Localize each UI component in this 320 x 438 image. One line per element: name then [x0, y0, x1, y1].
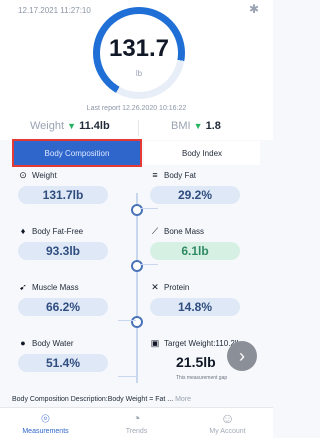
metric-label-muscle-mass: ➹ Muscle Mass [18, 282, 79, 293]
metric-weight-label: Weight [32, 171, 57, 180]
metric-target-weight-value: 21.5lb [176, 354, 216, 370]
tab-body-composition[interactable]: Body Composition [12, 139, 142, 167]
connector-branch [118, 320, 136, 321]
muscle-icon: ➹ [19, 282, 27, 292]
next-button[interactable]: › [227, 341, 257, 371]
metric-muscle-mass[interactable]: ➹ Muscle Mass 66.2% [18, 282, 148, 337]
nav-trends[interactable]: ◔ Trends [91, 408, 182, 438]
summary-stats: Weight ▼ 11.4lb BMI ▼ 1.8 [0, 116, 273, 140]
weight-delta: 11.4lb [79, 120, 110, 132]
down-arrow-icon: ▼ [67, 121, 77, 131]
connector-branch [140, 208, 158, 209]
account-icon: ☺ [220, 410, 235, 426]
metric-weight-value: 131.7lb [18, 186, 108, 204]
metric-label-target-weight: ▣ Target Weight:110.2lb [150, 338, 241, 349]
gauge-unit: lb [135, 69, 143, 78]
metric-body-fat-free[interactable]: ♦ Body Fat-Free 93.3lb [18, 226, 148, 281]
scale-icon: ⊙ [19, 170, 27, 180]
gauge-value: 131.7 [108, 35, 170, 62]
connector-branch [118, 376, 136, 377]
bmi-label: BMI [171, 120, 191, 132]
weight-label: Weight [30, 120, 65, 132]
connector-branch [140, 264, 158, 265]
metric-body-water-value: 51.4% [18, 354, 108, 372]
nav-account-label: My Account [209, 428, 246, 435]
nav-measurements[interactable]: ⌾ Measurements [0, 408, 91, 438]
tab-body-index[interactable]: Body Index [144, 141, 260, 165]
divider [138, 120, 139, 136]
metric-body-fat-value: 29.2% [150, 186, 240, 204]
down-arrow-icon: ▼ [193, 121, 203, 131]
weight-summary: Weight ▼ 11.4lb [30, 120, 110, 132]
fat-icon: ≡ [152, 170, 158, 180]
connector-dot [131, 260, 143, 272]
metric-body-fat-label: Body Fat [164, 170, 197, 180]
bottom-navigation: ⌾ Measurements ◔ Trends ☺ My Account [0, 407, 273, 438]
metric-body-fat-free-value: 93.3lb [18, 242, 108, 260]
measurements-icon: ⌾ [41, 410, 50, 426]
metric-muscle-mass-value: 66.2% [18, 298, 108, 316]
water-drop-icon: ● [20, 338, 26, 348]
metric-label-weight: ⊙ Weight [18, 170, 57, 181]
metric-label-body-water: ● Body Water [18, 338, 74, 348]
metric-body-fat-free-label: Body Fat-Free [32, 226, 84, 236]
tabs: Body Composition Body Index [12, 139, 260, 167]
metric-bone-mass[interactable]: ⟋ Bone Mass 6.1lb [150, 226, 280, 281]
metric-label-body-fat-free: ♦ Body Fat-Free [18, 226, 83, 236]
bmi-delta: 1.8 [205, 120, 221, 132]
nav-account[interactable]: ☺ My Account [182, 408, 273, 438]
chevron-right-icon: › [239, 345, 245, 366]
metric-protein[interactable]: ✕ Protein 14.8% [150, 282, 280, 337]
connector-dot [131, 316, 143, 328]
weight-gauge: 131.7 lb [93, 7, 185, 99]
metric-body-water[interactable]: ● Body Water 51.4% [18, 338, 148, 393]
metric-target-weight[interactable]: ▣ Target Weight:110.2lb 21.5lb This meas… [150, 338, 280, 393]
bluetooth-icon[interactable]: ✱ [249, 2, 259, 16]
description: Body Composition Description:Body Weight… [12, 396, 267, 403]
lean-mass-icon: ♦ [20, 226, 26, 236]
metric-protein-value: 14.8% [150, 298, 240, 316]
measurement-timestamp: 12.17.2021 11:27:10 [18, 6, 91, 15]
description-text: Body Composition Description:Body Weight… [12, 396, 174, 403]
metric-label-bone-mass: ⟋ Bone Mass [150, 226, 204, 237]
last-report: Last report 12.26.2020 10:16:22 [86, 105, 187, 112]
more-link[interactable]: More [175, 396, 191, 403]
metric-muscle-mass-label: Muscle Mass [32, 283, 79, 292]
metric-bone-mass-value: 6.1lb [150, 242, 240, 260]
nav-measurements-label: Measurements [22, 428, 69, 435]
metric-target-weight-sub: This measurement gap [176, 375, 228, 381]
header-panel: 12.17.2021 11:27:10 ✱ 131.7 lb Last repo… [0, 0, 273, 126]
protein-icon: ✕ [151, 282, 159, 292]
metric-label-protein: ✕ Protein [150, 282, 189, 293]
metric-body-fat[interactable]: ≡ Body Fat 29.2% [150, 170, 280, 225]
metric-weight[interactable]: ⊙ Weight 131.7lb [18, 170, 148, 225]
metric-body-water-label: Body Water [32, 338, 74, 348]
connector-dot [131, 204, 143, 216]
nav-trends-label: Trends [125, 428, 148, 435]
metric-bone-mass-label: Bone Mass [164, 227, 205, 236]
bone-icon: ⟋ [151, 226, 159, 236]
metric-label-body-fat: ≡ Body Fat [150, 170, 196, 180]
target-icon: ▣ [150, 338, 160, 348]
bmi-summary: BMI ▼ 1.8 [171, 120, 221, 132]
metric-protein-label: Protein [164, 283, 190, 292]
trends-icon: ◔ [132, 410, 141, 426]
